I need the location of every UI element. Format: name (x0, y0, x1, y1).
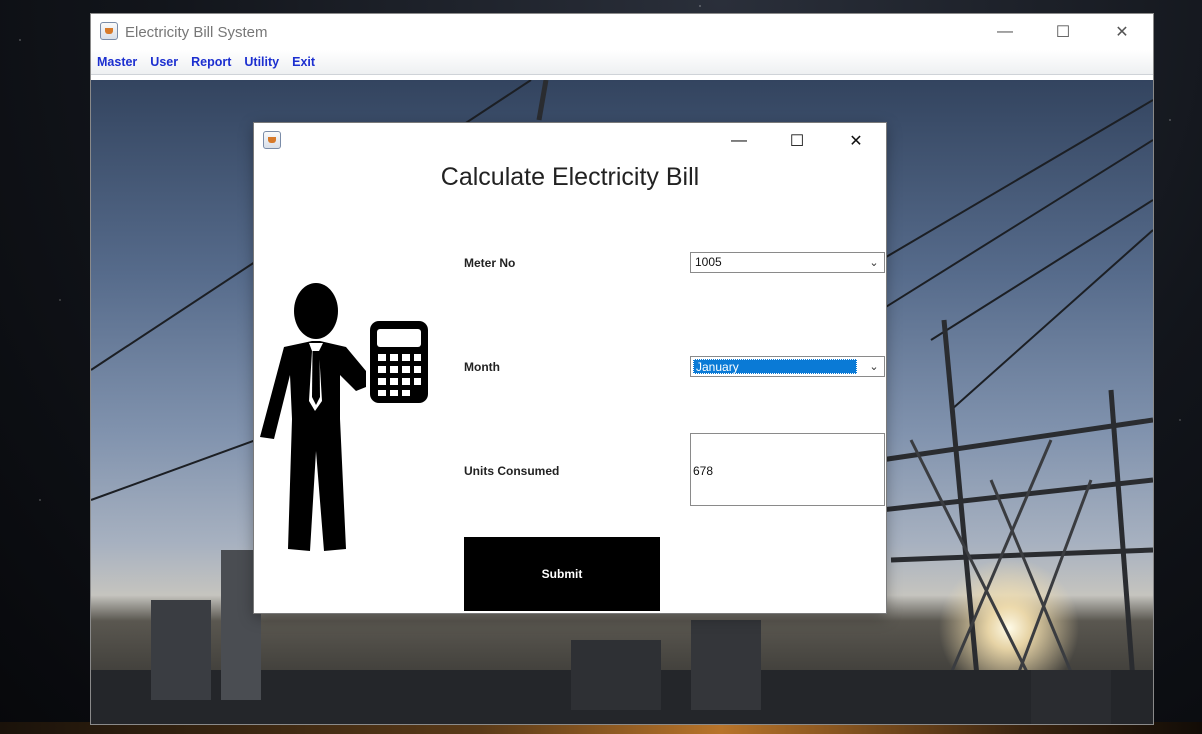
menu-master[interactable]: Master (97, 55, 137, 69)
menu-utility[interactable]: Utility (244, 55, 279, 69)
meter-no-select[interactable]: 1005 ⌄ (690, 252, 885, 273)
maximize-icon[interactable]: ☐ (1034, 14, 1092, 50)
dialog-titlebar[interactable]: — ☐ ✕ (254, 123, 886, 159)
java-app-icon (100, 22, 118, 40)
menu-exit[interactable]: Exit (292, 55, 315, 69)
dialog-heading: Calculate Electricity Bill (440, 163, 700, 191)
chevron-down-icon[interactable]: ⌄ (864, 357, 884, 376)
chevron-down-icon[interactable]: ⌄ (864, 253, 884, 272)
month-label: Month (464, 360, 500, 374)
main-titlebar[interactable]: Electricity Bill System — ☐ ✕ (91, 14, 1153, 50)
java-app-icon (263, 131, 281, 149)
close-icon[interactable]: ✕ (827, 123, 885, 159)
units-consumed-label: Units Consumed (464, 464, 560, 478)
month-select[interactable]: January ⌄ (690, 356, 885, 377)
minimize-icon[interactable]: — (710, 123, 768, 159)
month-value: January (693, 359, 857, 374)
menu-user[interactable]: User (150, 55, 178, 69)
minimize-icon[interactable]: — (976, 14, 1034, 50)
meter-no-value: 1005 (695, 255, 722, 269)
units-consumed-field[interactable]: 678 (690, 433, 885, 506)
window-title: Electricity Bill System (125, 24, 268, 41)
maximize-icon[interactable]: ☐ (768, 123, 826, 159)
man-with-calculator-illustration (260, 283, 428, 551)
calculate-bill-dialog: — ☐ ✕ Calculate Electricity Bill Meter N… (254, 123, 886, 613)
close-icon[interactable]: ✕ (1093, 14, 1151, 50)
submit-button[interactable]: Submit (464, 537, 660, 611)
meter-no-label: Meter No (464, 256, 516, 270)
menu-bar: Master User Report Utility Exit (91, 50, 1153, 75)
menu-report[interactable]: Report (191, 55, 231, 69)
